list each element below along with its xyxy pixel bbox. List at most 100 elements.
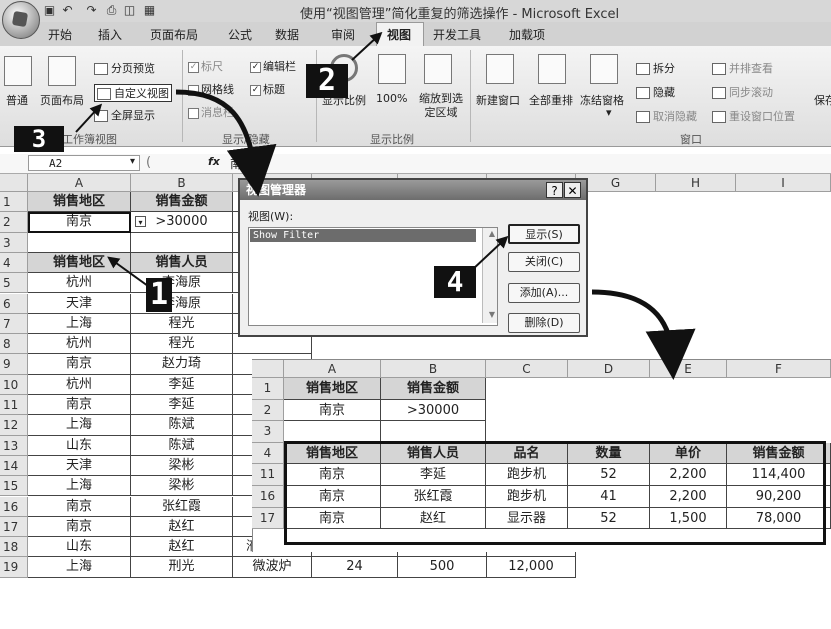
row-header[interactable]: 14: [0, 455, 28, 477]
tab-formulas[interactable]: 公式: [228, 26, 252, 43]
row-header[interactable]: 9: [0, 354, 28, 375]
zoom-100-button[interactable]: 100%: [376, 92, 407, 105]
preview-icon[interactable]: ◫: [122, 3, 137, 17]
cell[interactable]: 90,200: [727, 486, 831, 508]
row-header[interactable]: 3: [252, 421, 284, 443]
page-layout-view-button[interactable]: 页面布局: [40, 92, 84, 108]
column-header[interactable]: A: [284, 360, 381, 378]
arrange-all-button[interactable]: 全部重排: [529, 92, 573, 108]
cell[interactable]: 程光: [131, 313, 233, 335]
cell[interactable]: 刑光: [131, 557, 233, 578]
cell[interactable]: 张红霞: [131, 496, 233, 517]
cell[interactable]: 销售地区: [284, 442, 381, 465]
cell[interactable]: 52: [568, 507, 650, 530]
gridlines-checkbox[interactable]: 网格线: [188, 81, 234, 97]
cell[interactable]: 跑步机: [486, 486, 568, 508]
sync-scroll-button[interactable]: 同步滚动: [712, 84, 773, 100]
select-all-corner[interactable]: [0, 174, 28, 192]
message-bar-checkbox[interactable]: 消息栏: [188, 104, 234, 120]
cell[interactable]: 梁彬: [131, 476, 233, 497]
dialog-help-button[interactable]: ?: [546, 182, 563, 198]
column-header[interactable]: C: [486, 360, 568, 378]
chart-icon[interactable]: ▦: [142, 3, 157, 17]
select-all-corner[interactable]: [252, 360, 284, 378]
normal-view-button[interactable]: 普通: [6, 92, 28, 108]
show-view-button[interactable]: 显示(S): [508, 224, 580, 244]
cell[interactable]: 显示器: [486, 507, 568, 530]
fx-icon[interactable]: fx: [208, 155, 220, 168]
cell[interactable]: 114,400: [727, 464, 831, 486]
cell[interactable]: 销售地区: [284, 378, 381, 400]
cell[interactable]: 山东: [28, 537, 131, 558]
print-icon[interactable]: ⎙: [104, 3, 119, 17]
freeze-panes-dropdown-icon[interactable]: ▾: [606, 106, 612, 119]
cell[interactable]: 跑步机: [486, 464, 568, 486]
cell[interactable]: 南京: [284, 399, 381, 422]
cell[interactable]: 销售金额: [131, 192, 233, 213]
cell[interactable]: 杭州: [28, 374, 131, 395]
cell[interactable]: >30000: [131, 212, 233, 233]
cell[interactable]: 张红霞: [381, 486, 486, 508]
cell[interactable]: 天津: [28, 455, 131, 477]
tab-home[interactable]: 开始: [48, 26, 72, 43]
freeze-panes-button[interactable]: 冻结窗格: [580, 92, 624, 108]
zoom-100-icon[interactable]: [378, 54, 406, 84]
cell[interactable]: 陈斌: [131, 415, 233, 436]
tab-addins[interactable]: 加载项: [509, 26, 545, 43]
cell[interactable]: 南京: [28, 516, 131, 538]
cell[interactable]: 微波炉: [233, 557, 312, 578]
row-header[interactable]: 12: [0, 415, 28, 436]
cell[interactable]: 赵红: [131, 537, 233, 558]
arrange-all-icon[interactable]: [538, 54, 566, 84]
cell[interactable]: 天津: [28, 293, 131, 314]
cell[interactable]: 78,000: [727, 507, 831, 530]
row-header[interactable]: 13: [0, 435, 28, 456]
ruler-checkbox[interactable]: ✓ 标尺: [188, 58, 223, 74]
cell[interactable]: 品名: [486, 442, 568, 465]
row-header[interactable]: 19: [0, 557, 28, 578]
row-header[interactable]: 11: [252, 464, 284, 486]
cell[interactable]: 上海: [28, 313, 131, 335]
tab-data[interactable]: 数据: [275, 26, 299, 43]
cell[interactable]: 2,200: [650, 486, 727, 508]
cell[interactable]: 山东: [28, 435, 131, 456]
column-header[interactable]: B: [131, 174, 233, 192]
row-header[interactable]: 4: [252, 442, 284, 465]
cell[interactable]: 南京: [28, 496, 131, 517]
formula-bar-checkbox[interactable]: ✓ 编辑栏: [250, 58, 296, 74]
cell[interactable]: 销售金额: [381, 378, 486, 400]
row-header[interactable]: 10: [0, 374, 28, 395]
cell[interactable]: 销售地区: [28, 192, 131, 213]
cell[interactable]: [233, 334, 312, 355]
cell[interactable]: 数量: [568, 442, 650, 465]
row-header[interactable]: 4: [0, 252, 28, 274]
column-header[interactable]: A: [28, 174, 131, 192]
row-header[interactable]: 11: [0, 395, 28, 416]
row-header[interactable]: 17: [0, 516, 28, 538]
cell[interactable]: 2,200: [650, 464, 727, 486]
page-layout-view-icon[interactable]: [48, 56, 76, 86]
row-header[interactable]: 2: [0, 212, 28, 233]
column-header[interactable]: D: [568, 360, 650, 378]
cell[interactable]: 南京: [284, 486, 381, 508]
new-window-button[interactable]: 新建窗口: [476, 92, 520, 108]
cell[interactable]: 赵力琦: [131, 354, 233, 375]
cell[interactable]: 南京: [284, 464, 381, 486]
cell[interactable]: 52: [568, 464, 650, 486]
scroll-up-icon[interactable]: ▲: [489, 229, 495, 238]
hide-button[interactable]: 隐藏: [636, 84, 675, 100]
zoom-selection-icon[interactable]: [424, 54, 452, 84]
redo-icon[interactable]: ↷: [84, 3, 99, 17]
new-window-icon[interactable]: [486, 54, 514, 84]
office-button[interactable]: [2, 1, 40, 39]
cell[interactable]: 梁彬: [131, 455, 233, 477]
cell[interactable]: 杭州: [28, 334, 131, 355]
tab-review[interactable]: 审阅: [331, 26, 355, 43]
cell[interactable]: [381, 421, 486, 443]
column-header[interactable]: H: [656, 174, 736, 192]
cell[interactable]: 南京: [28, 395, 131, 416]
tab-page-layout[interactable]: 页面布局: [150, 26, 198, 43]
row-header[interactable]: 1: [252, 378, 284, 400]
freeze-panes-icon[interactable]: [590, 54, 618, 84]
column-header[interactable]: G: [576, 174, 656, 192]
